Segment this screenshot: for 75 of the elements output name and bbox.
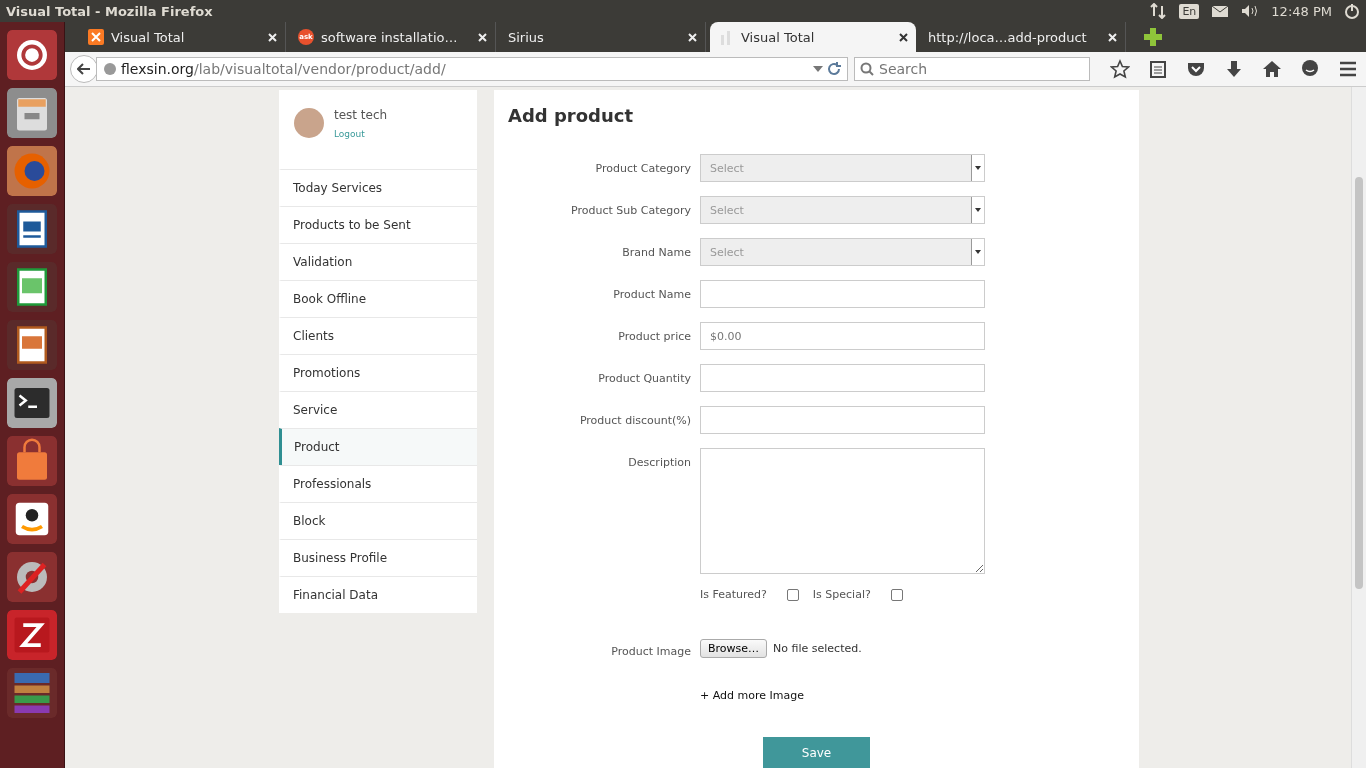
field-label: Brand Name (621, 245, 691, 259)
caret-icon (975, 208, 981, 212)
add-image-link[interactable]: + Add more Image (700, 689, 804, 702)
chat-bubble-icon[interactable] (1300, 59, 1320, 79)
cabinet-icon[interactable] (7, 88, 57, 138)
back-arrow-icon (77, 63, 91, 75)
checkbox-label: Is Featured? (700, 588, 767, 601)
sidebar-item[interactable]: Financial Data (279, 576, 477, 613)
browse-button[interactable]: Browse… (700, 639, 768, 658)
app-square-icon (88, 29, 104, 45)
text-field[interactable]: $0.00 (700, 322, 985, 350)
spreadsheet-icon[interactable] (7, 262, 57, 312)
field-label: Product Quantity (597, 371, 691, 385)
sidebar-item[interactable]: Today Services (279, 169, 477, 206)
document-icon[interactable] (7, 204, 57, 254)
page-title: Add product (508, 105, 635, 126)
user-name: test tech (334, 108, 388, 122)
globe-icon (103, 62, 117, 76)
presentation-icon[interactable] (7, 320, 57, 370)
field-label: Product Category (594, 161, 691, 175)
shopping-bag-icon[interactable] (7, 436, 57, 486)
field-label: Product Image (610, 645, 691, 658)
sidebar-item[interactable]: Clients (279, 317, 477, 354)
new-tab-icon[interactable] (1144, 28, 1162, 46)
sidebar-item[interactable]: Professionals (279, 465, 477, 502)
field-label: Description (627, 455, 691, 469)
sidebar-item[interactable]: Business Profile (279, 539, 477, 576)
checkbox[interactable] (890, 588, 903, 601)
checkbox[interactable] (786, 588, 799, 601)
mail-icon[interactable] (1211, 4, 1230, 18)
scrollbar[interactable] (1351, 87, 1366, 768)
close-icon[interactable] (899, 32, 908, 42)
download-icon[interactable] (1224, 59, 1244, 79)
logout-link[interactable]: Logout (334, 129, 365, 139)
sidebar-item[interactable]: Validation (279, 243, 477, 280)
file-status: No file selected. (773, 642, 862, 655)
sidebar-item[interactable]: Book Offline (279, 280, 477, 317)
zigzag-tile-icon[interactable] (7, 610, 57, 660)
dropdown-caret-icon[interactable] (813, 66, 823, 72)
sidebar-item[interactable]: Block (279, 502, 477, 539)
text-field[interactable] (700, 280, 985, 308)
search-icon (860, 62, 874, 76)
circle-logo-icon[interactable] (7, 30, 57, 80)
address-bar[interactable]: flexsin.org/lab/visualtotal/vendor/product/add/ (96, 57, 848, 81)
terminal-icon[interactable] (7, 378, 57, 428)
volume-icon[interactable] (1241, 4, 1260, 18)
sidebar-item[interactable]: Products to be Sent (279, 206, 477, 243)
window-title: Visual Total - Mozilla Firefox (6, 3, 214, 19)
reading-list-icon[interactable] (1148, 59, 1168, 79)
star-icon[interactable] (1110, 59, 1130, 79)
network-arrows-icon[interactable] (1149, 3, 1168, 19)
caret-icon (975, 250, 981, 254)
field-label: Product Sub Category (570, 203, 691, 217)
text-field[interactable] (700, 406, 985, 434)
text-field[interactable] (700, 364, 985, 392)
reload-icon[interactable] (827, 62, 841, 76)
back-button[interactable] (70, 55, 98, 83)
power-icon[interactable] (1344, 3, 1360, 19)
browser-tab[interactable]: Visual Total (710, 22, 916, 52)
sidebar-item[interactable]: Promotions (279, 354, 477, 391)
scrollbar-thumb[interactable] (1355, 177, 1363, 589)
field-label: Product price (617, 329, 691, 343)
search-field[interactable]: Search (854, 57, 1090, 81)
caret-icon (975, 166, 981, 170)
stacked-tiles-icon[interactable] (7, 668, 57, 718)
avatar (294, 108, 324, 138)
menu-icon[interactable] (1338, 59, 1358, 79)
field-label: Product Name (612, 287, 691, 301)
description-field[interactable] (700, 448, 985, 574)
clock[interactable]: 12:48 PM (1271, 3, 1332, 19)
field-label: Product discount(%) (578, 413, 691, 427)
sidebar-item[interactable]: Product (279, 428, 477, 465)
home-icon[interactable] (1262, 59, 1282, 79)
checkbox-label: Is Special? (812, 588, 871, 601)
keyboard-layout-indicator[interactable]: En (1179, 3, 1200, 19)
